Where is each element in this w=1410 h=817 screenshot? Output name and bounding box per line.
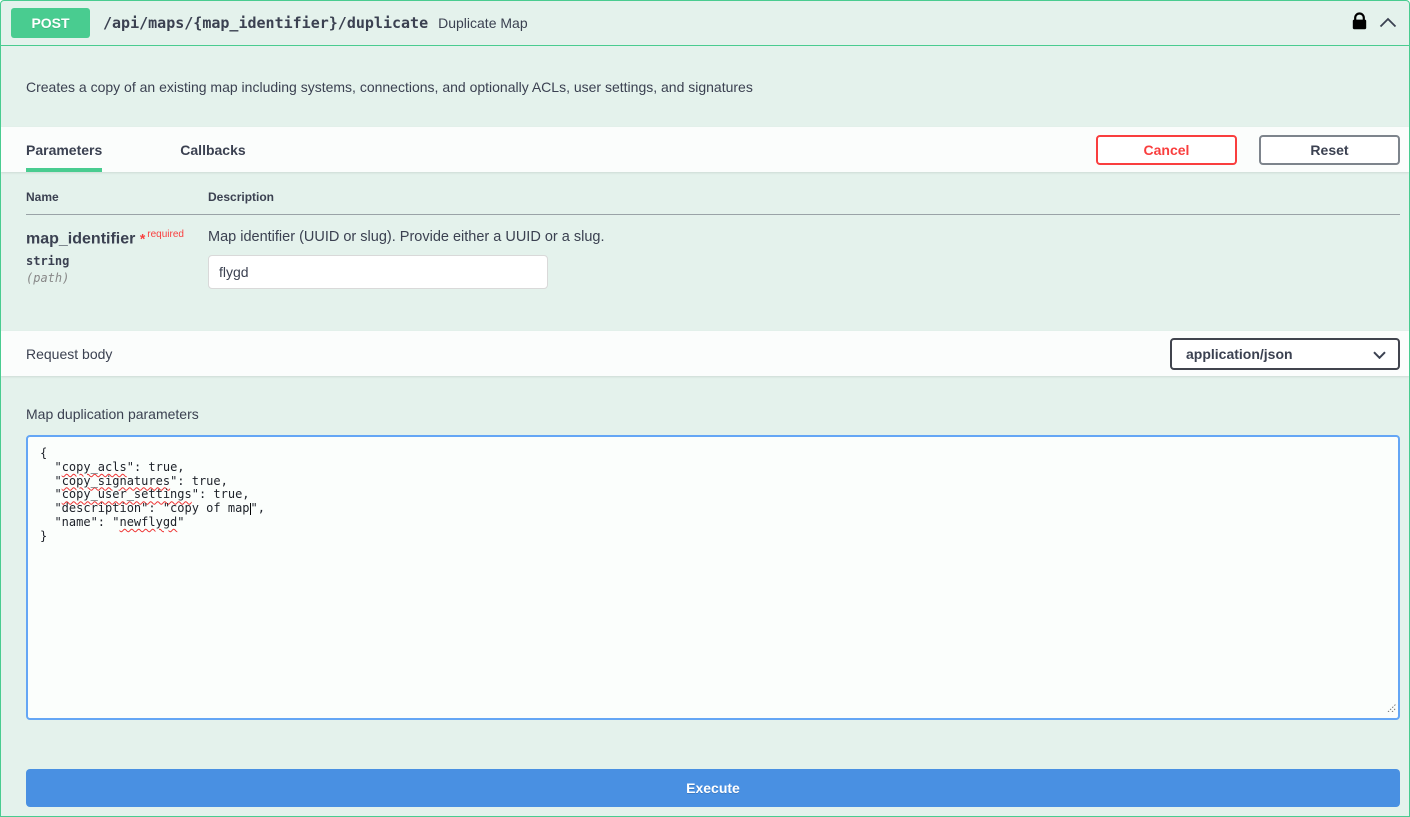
operation-summary-bar[interactable]: POST /api/maps/{map_identifier}/duplicat… <box>1 1 1409 46</box>
parameter-row: map_identifier *required string (path) M… <box>26 215 1400 290</box>
reset-button[interactable]: Reset <box>1259 135 1400 165</box>
parameter-location: (path) <box>26 271 208 285</box>
content-type-select[interactable]: application/json <box>1170 338 1400 370</box>
resize-grip-icon[interactable] <box>1386 702 1396 716</box>
operation-description: Creates a copy of an existing map includ… <box>1 46 1409 127</box>
parameters-header-row: Parameters Callbacks Cancel Reset <box>1 127 1409 172</box>
operation-panel: POST /api/maps/{map_identifier}/duplicat… <box>0 0 1410 817</box>
column-header-name: Name <box>26 190 208 215</box>
code-line: "copy_signatures": true, <box>40 475 1386 489</box>
operation-path: /api/maps/{map_identifier}/duplicate <box>103 14 428 32</box>
code-line: "name": "newflygd" <box>40 516 1386 530</box>
map-identifier-input[interactable] <box>208 255 548 289</box>
code-line: "description": "copy of map", <box>40 502 1386 516</box>
code-line: } <box>40 530 1386 544</box>
cancel-button[interactable]: Cancel <box>1096 135 1237 165</box>
execute-button[interactable]: Execute <box>26 769 1400 807</box>
request-body-section: Map duplication parameters { "copy_acls"… <box>1 376 1409 720</box>
column-header-description: Description <box>208 190 1400 215</box>
lock-icon <box>1352 12 1367 34</box>
content-type-value: application/json <box>1186 346 1293 362</box>
method-badge: POST <box>11 8 90 38</box>
collapse-operation-button[interactable] <box>1379 16 1397 31</box>
try-out-buttons: Cancel Reset <box>1096 135 1400 165</box>
tab-parameters[interactable]: Parameters <box>26 127 102 172</box>
chevron-up-icon <box>1379 16 1397 31</box>
code-line: "copy_user_settings": true, <box>40 488 1386 502</box>
code-line: { <box>40 447 1386 461</box>
parameters-section: Name Description map_identifier *require… <box>1 172 1409 331</box>
operation-summary-text: Duplicate Map <box>438 15 528 31</box>
chevron-down-icon <box>1373 346 1386 362</box>
parameter-type: string <box>26 254 208 268</box>
request-body-label: Request body <box>26 346 112 362</box>
execute-wrapper: Execute <box>1 720 1409 815</box>
request-body-header-row: Request body application/json <box>1 331 1409 376</box>
tab-callbacks[interactable]: Callbacks <box>180 127 245 172</box>
parameter-name-cell: map_identifier *required string (path) <box>26 215 208 290</box>
tab-bar: Parameters Callbacks <box>26 127 246 172</box>
body-parameter-description: Map duplication parameters <box>26 406 1400 422</box>
parameter-description: Map identifier (UUID or slug). Provide e… <box>208 229 1400 245</box>
parameters-table: Name Description map_identifier *require… <box>26 190 1400 289</box>
parameter-name: map_identifier <box>26 230 135 247</box>
auth-lock-button[interactable] <box>1352 12 1367 34</box>
code-line: "copy_acls": true, <box>40 461 1386 475</box>
parameter-description-cell: Map identifier (UUID or slug). Provide e… <box>208 215 1400 290</box>
request-body-editor[interactable]: { "copy_acls": true, "copy_signatures": … <box>26 435 1400 720</box>
required-star: * <box>140 230 145 246</box>
required-label: required <box>147 229 184 240</box>
